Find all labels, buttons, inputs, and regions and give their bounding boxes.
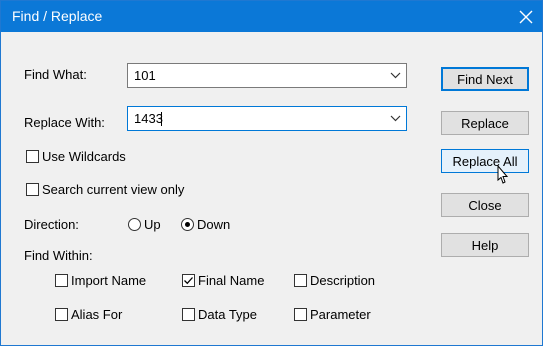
radio-circle[interactable]: [181, 218, 194, 231]
window-title: Find / Replace: [12, 8, 103, 24]
search-current-view-checkbox[interactable]: Search current view only: [26, 182, 184, 197]
find-within-label: Find Within:: [24, 248, 93, 263]
use-wildcards-label: Use Wildcards: [42, 149, 126, 164]
text-caret: [161, 112, 162, 126]
find-replace-dialog: Find / Replace Find What: 101 Replace Wi…: [0, 0, 543, 346]
replace-with-dropdown-button[interactable]: [384, 107, 406, 130]
title-bar[interactable]: Find / Replace: [1, 1, 542, 32]
close-button[interactable]: Close: [441, 193, 529, 217]
checkbox-box[interactable]: [182, 308, 195, 321]
find-what-value[interactable]: 101: [134, 68, 156, 83]
find-what-combobox[interactable]: 101: [127, 63, 407, 88]
mouse-pointer-icon: [497, 165, 508, 184]
checkbox-box[interactable]: [55, 308, 68, 321]
direction-up-label: Up: [144, 217, 161, 232]
close-icon: [519, 10, 533, 23]
replace-all-button[interactable]: Replace All: [441, 149, 529, 173]
use-wildcards-checkbox[interactable]: Use Wildcards: [26, 149, 126, 164]
replace-button[interactable]: Replace: [441, 111, 529, 135]
direction-up-radio[interactable]: Up: [128, 217, 161, 232]
checkbox-box[interactable]: [26, 150, 39, 163]
direction-down-radio[interactable]: Down: [181, 217, 230, 232]
chevron-down-icon: [390, 72, 400, 79]
checkbox-box[interactable]: [26, 183, 39, 196]
data-type-checkbox[interactable]: Data Type: [182, 307, 257, 322]
direction-down-label: Down: [197, 217, 231, 232]
find-next-button[interactable]: Find Next: [441, 67, 529, 91]
parameter-label: Parameter: [310, 307, 371, 322]
direction-label: Direction:: [24, 217, 79, 232]
radio-selected-dot: [185, 222, 190, 227]
data-type-label: Data Type: [198, 307, 258, 322]
checkbox-box[interactable]: [182, 274, 195, 287]
checkbox-box[interactable]: [294, 308, 307, 321]
find-what-dropdown-button[interactable]: [384, 64, 406, 87]
final-name-label: Final Name: [198, 273, 265, 288]
replace-with-label: Replace With:: [24, 115, 105, 130]
description-checkbox[interactable]: Description: [294, 273, 375, 288]
description-label: Description: [310, 273, 376, 288]
checkbox-box[interactable]: [294, 274, 307, 287]
final-name-checkbox[interactable]: Final Name: [182, 273, 264, 288]
parameter-checkbox[interactable]: Parameter: [294, 307, 371, 322]
help-button[interactable]: Help: [441, 233, 529, 257]
replace-with-value[interactable]: 1433: [134, 111, 163, 126]
import-name-label: Import Name: [71, 273, 147, 288]
find-what-label: Find What:: [24, 67, 87, 82]
replace-with-combobox[interactable]: 1433: [127, 106, 407, 131]
radio-circle[interactable]: [128, 218, 141, 231]
alias-for-checkbox[interactable]: Alias For: [55, 307, 122, 322]
checkbox-box[interactable]: [55, 274, 68, 287]
close-window-button[interactable]: [510, 1, 542, 32]
search-current-view-label: Search current view only: [42, 182, 185, 197]
checkmark-icon: [184, 277, 193, 285]
chevron-down-icon: [390, 115, 400, 122]
import-name-checkbox[interactable]: Import Name: [55, 273, 146, 288]
alias-for-label: Alias For: [71, 307, 123, 322]
